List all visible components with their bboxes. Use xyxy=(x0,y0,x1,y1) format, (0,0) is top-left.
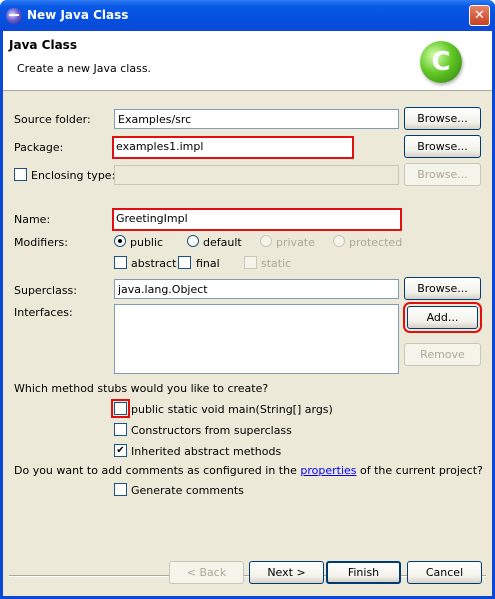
finish-button[interactable]: Finish xyxy=(326,561,401,584)
interfaces-label: Interfaces: xyxy=(14,306,73,319)
source-folder-input[interactable]: Examples/src xyxy=(114,109,399,129)
package-browse-button[interactable]: Browse... xyxy=(404,135,481,158)
comments-question-text: Do you want to add comments as configure… xyxy=(14,464,301,477)
interfaces-list[interactable] xyxy=(114,304,399,374)
method-stubs-question: Which method stubs would you like to cre… xyxy=(14,382,269,395)
main-method-checkbox[interactable] xyxy=(111,399,130,418)
final-checkbox[interactable] xyxy=(178,256,191,269)
next-button[interactable]: Next > xyxy=(249,561,324,584)
new-java-class-window: New Java Class ✕ Java Class Create a new… xyxy=(0,0,495,599)
superclass-label: Superclass: xyxy=(14,284,77,297)
title-bar[interactable]: New Java Class ✕ xyxy=(0,0,495,31)
final-label: final xyxy=(196,257,220,270)
generate-comments-checkbox[interactable] xyxy=(114,483,127,496)
enclosing-type-checkbox[interactable] xyxy=(14,168,27,181)
inherited-abstract-label: Inherited abstract methods xyxy=(131,445,282,458)
inherited-abstract-checkbox[interactable]: ✔ xyxy=(114,444,127,457)
modifier-public-radio[interactable] xyxy=(114,235,126,247)
abstract-checkbox[interactable] xyxy=(114,256,127,269)
java-class-logo-icon: C xyxy=(420,41,462,83)
main-method-label: public static void main(String[] args) xyxy=(131,403,333,416)
cancel-button[interactable]: Cancel xyxy=(407,561,482,584)
constructors-checkbox[interactable] xyxy=(114,423,127,436)
window-title: New Java Class xyxy=(27,8,129,22)
checkmark-icon: ✔ xyxy=(116,445,125,456)
enclosing-type-browse-button[interactable]: Browse... xyxy=(404,163,481,186)
source-folder-browse-button[interactable]: Browse... xyxy=(404,107,481,130)
enclosing-type-input[interactable] xyxy=(114,165,399,185)
modifier-default-radio[interactable] xyxy=(187,235,199,247)
banner-title: Java Class xyxy=(9,38,77,52)
superclass-input[interactable]: java.lang.Object xyxy=(114,279,399,299)
abstract-label: abstract xyxy=(131,257,177,270)
modifier-private-radio[interactable] xyxy=(260,235,272,247)
name-label: Name: xyxy=(14,213,51,226)
static-label: static xyxy=(261,257,292,270)
comments-question-suffix: of the current project? xyxy=(356,464,483,477)
name-input[interactable]: GreetingImpl xyxy=(112,208,402,231)
package-input[interactable]: examples1.impl xyxy=(112,136,354,159)
properties-link[interactable]: properties xyxy=(300,464,356,477)
modifier-public-label: public xyxy=(130,236,164,249)
modifier-default-label: default xyxy=(203,236,242,249)
comments-question: Do you want to add comments as configure… xyxy=(14,464,483,477)
package-label: Package: xyxy=(14,141,64,154)
modifier-protected-radio[interactable] xyxy=(333,235,345,247)
add-interface-button[interactable]: Add... xyxy=(403,302,482,333)
back-button[interactable]: < Back xyxy=(169,561,244,584)
dialog-body: Java Class Create a new Java class. C So… xyxy=(3,31,492,596)
superclass-browse-button[interactable]: Browse... xyxy=(404,277,481,300)
eclipse-icon xyxy=(6,8,22,24)
generate-comments-label: Generate comments xyxy=(131,484,244,497)
enclosing-type-label: Enclosing type: xyxy=(31,169,116,182)
modifiers-label: Modifiers: xyxy=(14,236,68,249)
constructors-label: Constructors from superclass xyxy=(131,424,292,437)
banner: Java Class Create a new Java class. C xyxy=(3,31,492,91)
static-checkbox[interactable] xyxy=(244,256,257,269)
close-button[interactable]: ✕ xyxy=(469,5,490,26)
modifier-private-label: private xyxy=(276,236,315,249)
remove-interface-button[interactable]: Remove xyxy=(404,343,481,366)
banner-description: Create a new Java class. xyxy=(17,62,152,75)
source-folder-label: Source folder: xyxy=(14,113,91,126)
modifier-protected-label: protected xyxy=(349,236,403,249)
